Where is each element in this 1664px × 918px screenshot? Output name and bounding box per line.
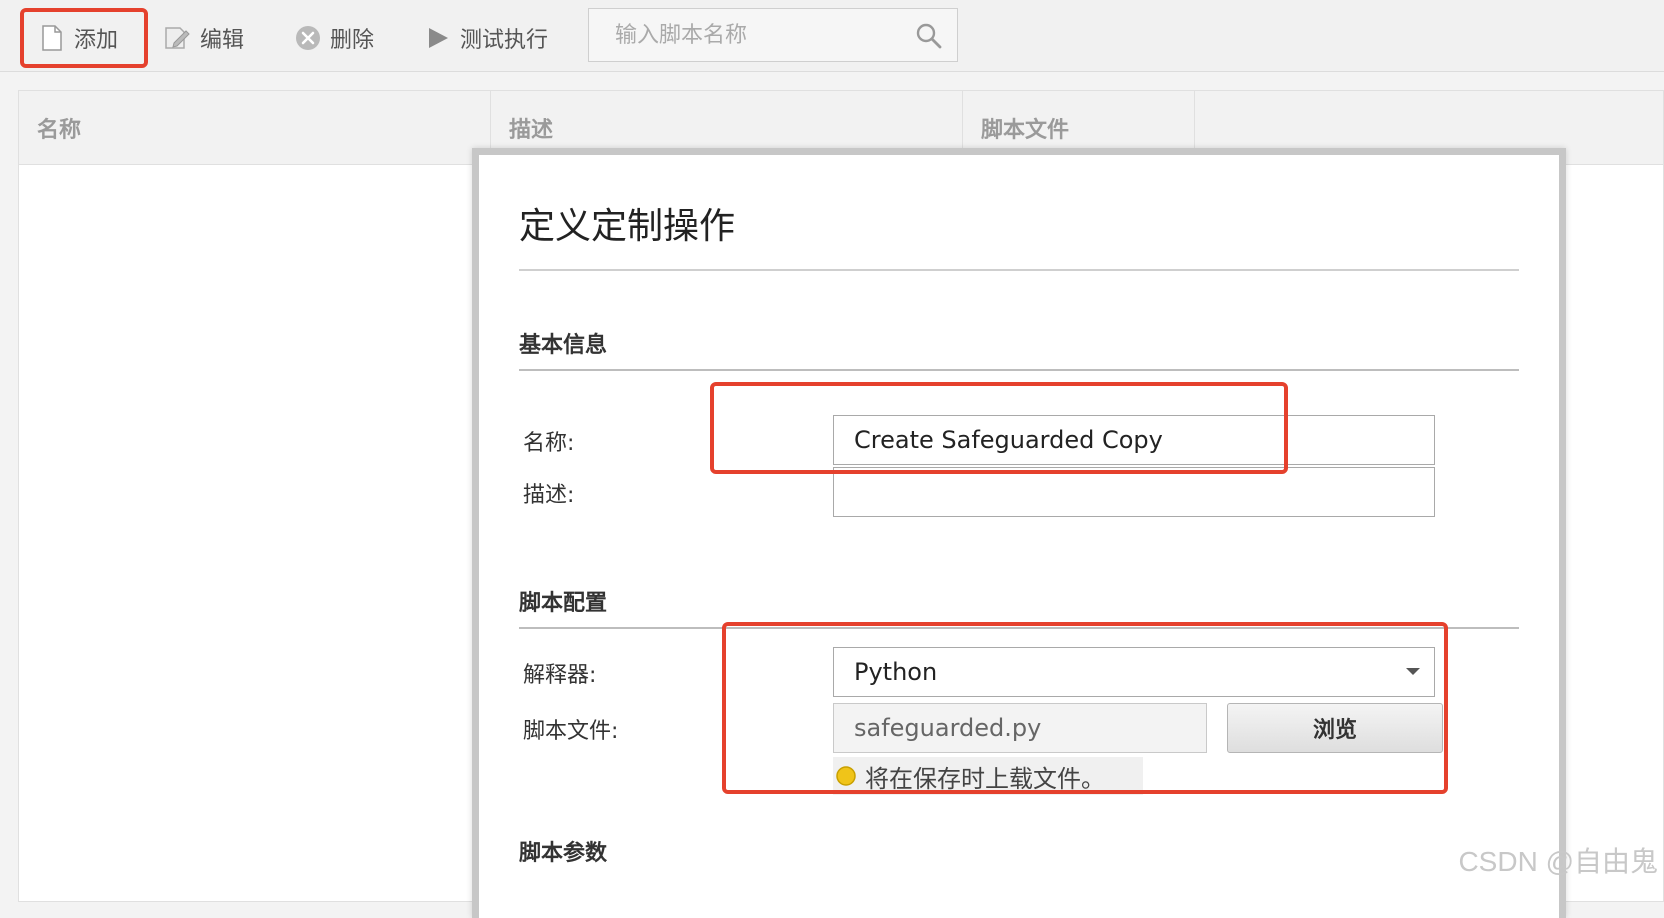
delete-button[interactable]: 删除 — [294, 14, 374, 62]
interpreter-label: 解释器: — [523, 663, 597, 688]
description-label: 描述: — [523, 483, 575, 508]
custom-action-dialog: 定义定制操作 基本信息 名称: 描述: 脚本配置 解释器: Python 脚本文… — [472, 148, 1566, 918]
search-box — [588, 8, 958, 62]
document-icon — [38, 24, 66, 52]
name-label: 名称: — [523, 431, 575, 456]
dialog-title: 定义定制操作 — [519, 206, 736, 247]
upload-notice: 将在保存时上载文件。 — [833, 757, 1143, 795]
play-icon — [424, 24, 452, 52]
script-config-section-title: 脚本配置 — [519, 591, 608, 616]
edit-button-label: 编辑 — [200, 28, 245, 53]
script-file-field[interactable]: safeguarded.py — [833, 703, 1207, 753]
upload-notice-text: 将在保存时上载文件。 — [865, 764, 1105, 793]
edit-button[interactable]: 编辑 — [164, 14, 244, 62]
script-file-value: safeguarded.py — [854, 714, 1042, 742]
description-field — [833, 467, 1435, 517]
description-input[interactable] — [834, 468, 1434, 516]
watermark: CSDN @自由鬼 — [1458, 846, 1658, 877]
interpreter-selected-value: Python — [854, 658, 938, 686]
delete-icon — [294, 24, 322, 52]
script-params-section-title: 脚本参数 — [519, 841, 608, 866]
interpreter-select[interactable]: Python — [833, 647, 1435, 697]
add-button[interactable]: 添加 — [24, 14, 154, 62]
edit-icon — [164, 24, 192, 52]
test-run-button-label: 测试执行 — [460, 28, 549, 53]
basic-info-section-title: 基本信息 — [519, 333, 608, 358]
title-divider — [519, 269, 1519, 271]
column-header-name[interactable]: 名称 — [19, 91, 491, 165]
search-input[interactable] — [589, 9, 957, 61]
add-button-label: 添加 — [74, 28, 119, 53]
search-icon[interactable] — [915, 22, 943, 50]
script-file-label: 脚本文件: — [523, 719, 619, 744]
name-input[interactable] — [834, 416, 1434, 464]
basic-info-divider — [519, 369, 1519, 371]
test-run-button[interactable]: 测试执行 — [424, 14, 548, 62]
script-config-divider — [519, 627, 1519, 629]
toolbar: 添加 编辑 删除 测试执行 — [0, 0, 1664, 72]
browse-button[interactable]: 浏览 — [1227, 703, 1443, 753]
info-dot-icon — [835, 765, 857, 787]
chevron-down-icon — [1406, 668, 1420, 675]
name-field — [833, 415, 1435, 465]
delete-button-label: 删除 — [330, 28, 375, 53]
